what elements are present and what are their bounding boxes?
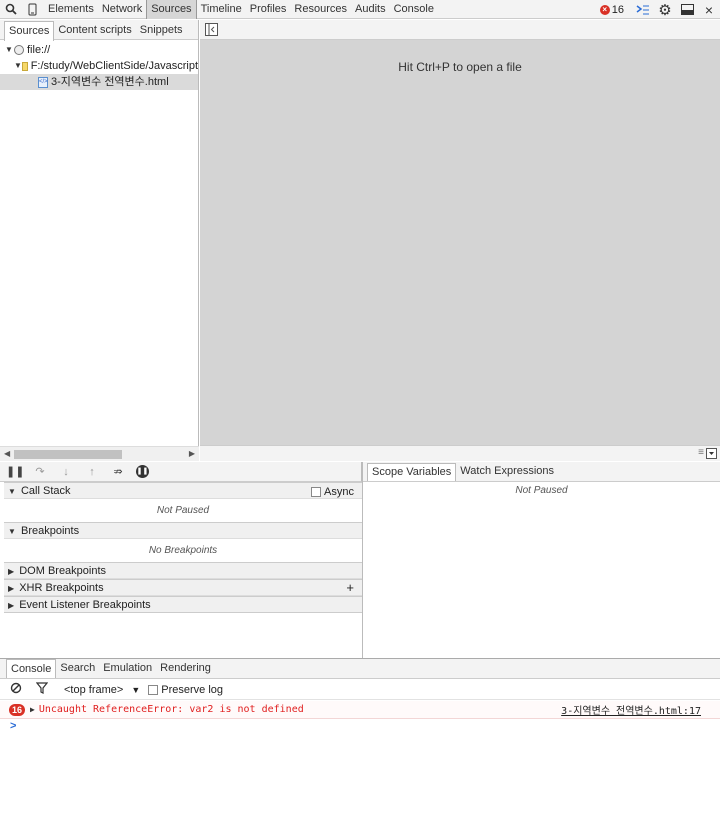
editor-footer: ≡ (200, 445, 720, 461)
section-call-stack[interactable]: ▼ Call Stack Async (4, 482, 362, 499)
pause-on-exceptions-icon[interactable]: ❚❚ (136, 465, 149, 478)
dock-side-icon[interactable] (676, 0, 698, 19)
scroll-left-icon[interactable]: ◀ (4, 449, 10, 458)
tab-watch-expressions[interactable]: Watch Expressions (456, 463, 558, 481)
expand-triangle-icon[interactable]: ▶ (8, 601, 14, 610)
console-toolbar: <top frame> ▼ Preserve log (0, 680, 720, 700)
deactivate-breakpoints-icon[interactable]: ⇏ (110, 465, 126, 478)
error-text: Uncaught ReferenceError: var2 is not def… (38, 704, 304, 715)
frame-selector[interactable]: <top frame> (64, 684, 123, 696)
error-repeat-badge: 16 (9, 703, 25, 716)
editor-area: Hit Ctrl+P to open a file ≡ (200, 20, 720, 461)
tab-drawer-search[interactable]: Search (56, 659, 99, 678)
editor-toolbar (200, 20, 720, 40)
scroll-right-icon[interactable]: ▶ (189, 449, 195, 458)
device-mode-icon[interactable] (22, 0, 44, 19)
scope-tabs: Scope Variables Watch Expressions (363, 462, 720, 482)
error-counter[interactable]: × 16 (599, 3, 624, 16)
devtools-toolbar: Elements Network Sources Timeline Profil… (0, 0, 720, 19)
debugger-toolbar: ❚❚ ↷ ↓ ↑ ⇏ ❚❚ (0, 462, 362, 482)
tab-profiles[interactable]: Profiles (246, 0, 291, 19)
tree-item-file[interactable]: </> 3-지역변수 전역변수.html (0, 74, 198, 90)
section-breakpoints[interactable]: ▼ Breakpoints (4, 522, 362, 539)
async-label: Async (324, 486, 354, 498)
expand-triangle-icon[interactable]: ▶ (8, 584, 14, 593)
step-into-icon[interactable]: ↓ (58, 466, 74, 478)
step-over-icon[interactable]: ↷ (32, 465, 48, 478)
settings-gear-icon[interactable]: ⚙ (654, 0, 676, 19)
console-prompt[interactable]: > (10, 720, 16, 732)
xhr-breakpoints-title: XHR Breakpoints (19, 582, 104, 594)
tab-snippets[interactable]: Snippets (136, 21, 187, 39)
chevron-down-icon[interactable]: ▼ (131, 685, 140, 695)
toggle-debugger-icon[interactable] (706, 448, 717, 462)
console-error-message[interactable]: 16 ▶ Uncaught ReferenceError: var2 is no… (0, 701, 720, 719)
breakpoints-status: No Breakpoints (148, 545, 218, 556)
breakpoints-title: Breakpoints (20, 525, 80, 537)
section-event-listener-breakpoints[interactable]: ▶ Event Listener Breakpoints (4, 596, 362, 613)
event-listener-breakpoints-title: Event Listener Breakpoints (19, 599, 151, 611)
filter-icon[interactable] (35, 682, 49, 697)
console-input[interactable] (22, 720, 712, 820)
tree-item-origin[interactable]: ▼ file:// (0, 42, 198, 58)
call-stack-title: Call Stack (20, 485, 71, 497)
call-stack-status: Not Paused (156, 505, 210, 516)
section-dom-breakpoints[interactable]: ▶ DOM Breakpoints (4, 562, 362, 579)
async-checkbox-box[interactable] (311, 487, 322, 497)
error-icon: × (599, 4, 610, 15)
error-count: 16 (611, 3, 624, 16)
async-checkbox[interactable]: Async (311, 484, 354, 500)
add-xhr-breakpoint-icon[interactable]: + (346, 580, 354, 596)
dom-breakpoints-title: DOM Breakpoints (19, 565, 107, 577)
pause-icon[interactable]: ❚❚ (6, 465, 24, 478)
tab-drawer-rendering[interactable]: Rendering (156, 659, 215, 678)
tree-label-folder: F:/study/WebClientSide/Javascript (30, 60, 198, 72)
toggle-navigator-icon[interactable] (205, 23, 218, 39)
tab-console[interactable]: Console (390, 0, 438, 19)
collapse-triangle-icon[interactable]: ▼ (8, 527, 16, 536)
tab-elements[interactable]: Elements (44, 0, 98, 19)
step-out-icon[interactable]: ↑ (84, 466, 100, 478)
preserve-log-checkbox[interactable] (148, 684, 159, 695)
drawer-tabs: Console Search Emulation Rendering (0, 658, 720, 679)
clear-console-icon[interactable] (10, 682, 22, 697)
tab-network[interactable]: Network (98, 0, 146, 19)
tab-drawer-emulation[interactable]: Emulation (99, 659, 156, 678)
tree-label-origin: file:// (27, 44, 51, 56)
tab-navigator-sources[interactable]: Sources (4, 20, 55, 41)
section-xhr-breakpoints[interactable]: ▶ XHR Breakpoints + (4, 579, 362, 596)
preserve-log-label: Preserve log (161, 683, 224, 696)
navigator-horizontal-scrollbar[interactable]: ◀ ▶ (0, 446, 199, 461)
search-icon[interactable] (0, 0, 22, 19)
sources-navigator: Sources Content scripts Snippets ▼ file:… (0, 20, 199, 461)
tab-drawer-console[interactable]: Console (6, 659, 57, 678)
globe-icon (14, 45, 24, 55)
show-console-drawer-icon[interactable] (632, 0, 654, 19)
tab-content-scripts[interactable]: Content scripts (54, 21, 135, 39)
scope-status: Not Paused (515, 485, 568, 496)
editor-hint: Hit Ctrl+P to open a file (398, 60, 522, 74)
html-file-icon: </> (38, 76, 48, 88)
collapse-triangle-icon[interactable]: ▼ (8, 487, 16, 496)
tab-resources[interactable]: Resources (290, 0, 351, 19)
folder-icon (21, 61, 28, 71)
expand-triangle-icon[interactable]: ▼ (14, 58, 22, 74)
tab-scope-variables[interactable]: Scope Variables (367, 463, 457, 481)
close-icon[interactable]: × (698, 0, 720, 19)
tab-audits[interactable]: Audits (351, 0, 390, 19)
navigator-tabs: Sources Content scripts Snippets (0, 20, 198, 41)
tab-timeline[interactable]: Timeline (197, 0, 246, 19)
scrollbar-thumb[interactable] (14, 450, 122, 459)
expand-triangle-icon[interactable]: ▶ (8, 567, 14, 576)
tab-sources[interactable]: Sources (146, 0, 197, 19)
tree-label-file: 3-지역변수 전역변수.html (51, 76, 169, 88)
error-source-link[interactable]: 3-지역변수 전역변수.html:17 (561, 702, 701, 717)
expand-triangle-icon[interactable]: ▶ (30, 705, 35, 714)
expand-triangle-icon[interactable]: ▼ (4, 42, 14, 58)
list-icon[interactable]: ≡ (698, 447, 704, 458)
tree-item-folder[interactable]: ▼ F:/study/WebClientSide/Javascript (0, 58, 198, 74)
